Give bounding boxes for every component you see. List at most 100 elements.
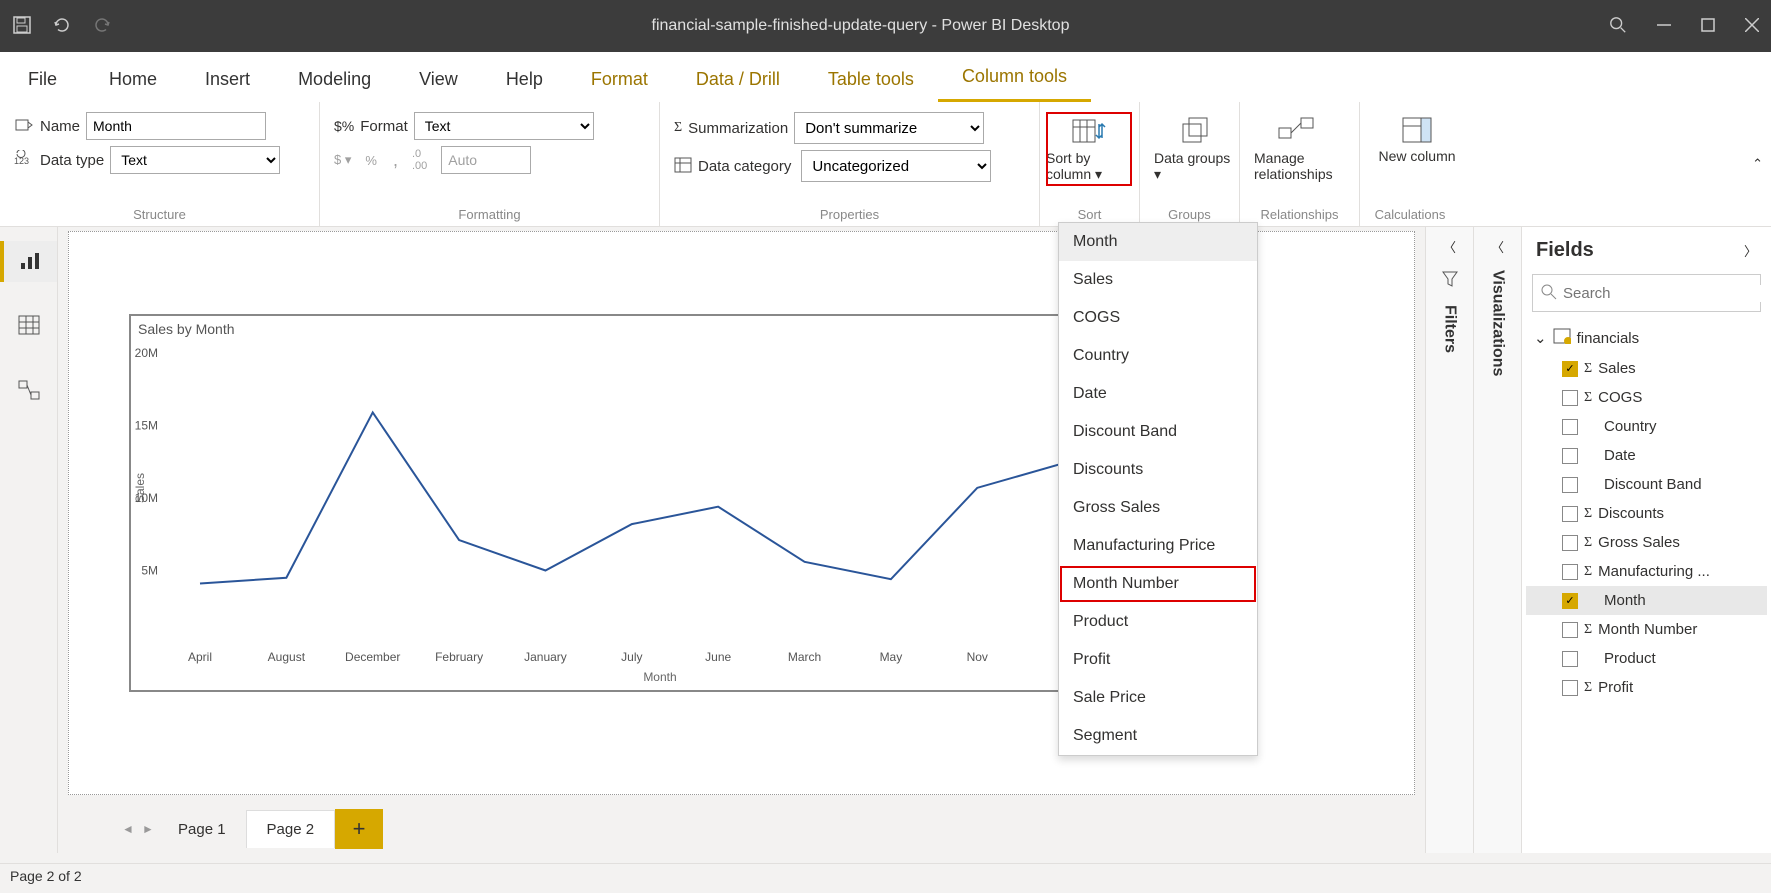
sigma-icon: Σ bbox=[1584, 535, 1592, 551]
field-row[interactable]: ΣGross Sales bbox=[1526, 528, 1767, 557]
svg-text:June: June bbox=[705, 650, 731, 664]
field-checkbox[interactable]: ✓ bbox=[1562, 361, 1578, 377]
field-checkbox[interactable] bbox=[1562, 651, 1578, 667]
field-checkbox[interactable] bbox=[1562, 622, 1578, 638]
tab-format[interactable]: Format bbox=[567, 57, 672, 102]
sort-option[interactable]: COGS bbox=[1059, 299, 1257, 337]
page-next-button[interactable]: ► bbox=[138, 822, 158, 836]
fields-search-input[interactable] bbox=[1563, 285, 1762, 302]
model-view-button[interactable] bbox=[0, 371, 57, 412]
field-row[interactable]: ΣMonth Number bbox=[1526, 615, 1767, 644]
data-view-button[interactable] bbox=[0, 306, 57, 347]
table-node[interactable]: ⌄ financials bbox=[1526, 322, 1767, 354]
field-row[interactable]: ΣManufacturing ... bbox=[1526, 557, 1767, 586]
close-icon[interactable] bbox=[1745, 18, 1759, 35]
field-checkbox[interactable] bbox=[1562, 448, 1578, 464]
field-checkbox[interactable]: ✓ bbox=[1562, 593, 1578, 609]
sort-option[interactable]: Sales bbox=[1059, 261, 1257, 299]
add-page-button[interactable]: + bbox=[335, 809, 383, 849]
maximize-icon[interactable] bbox=[1701, 18, 1715, 35]
comma-button[interactable]: , bbox=[393, 150, 398, 171]
percent-button[interactable]: % bbox=[365, 153, 377, 168]
field-row[interactable]: Product bbox=[1526, 644, 1767, 673]
sort-option[interactable]: Profit bbox=[1059, 641, 1257, 679]
svg-text:Nov: Nov bbox=[967, 650, 988, 664]
visualizations-pane-collapsed[interactable]: 〈 Visualizations bbox=[1473, 227, 1521, 853]
page-tab-2[interactable]: Page 2 bbox=[246, 810, 336, 848]
report-view-button[interactable] bbox=[0, 241, 57, 282]
sort-option[interactable]: Country bbox=[1059, 337, 1257, 375]
field-label: Discount Band bbox=[1604, 476, 1702, 493]
redo-icon[interactable] bbox=[92, 15, 112, 38]
field-row[interactable]: ΣDiscounts bbox=[1526, 499, 1767, 528]
sort-option[interactable]: Segment bbox=[1059, 717, 1257, 755]
field-row[interactable]: ΣCOGS bbox=[1526, 383, 1767, 412]
tab-help[interactable]: Help bbox=[482, 57, 567, 102]
search-icon[interactable] bbox=[1609, 16, 1627, 37]
field-row[interactable]: Date bbox=[1526, 441, 1767, 470]
format-label: Format bbox=[360, 118, 408, 135]
field-row[interactable]: ✓ΣSales bbox=[1526, 354, 1767, 383]
sort-by-column-button[interactable]: Sort by column ▾ bbox=[1046, 112, 1132, 186]
field-checkbox[interactable] bbox=[1562, 564, 1578, 580]
auto-input bbox=[441, 146, 531, 174]
field-checkbox[interactable] bbox=[1562, 535, 1578, 551]
sort-option[interactable]: Gross Sales bbox=[1059, 489, 1257, 527]
sort-option[interactable]: Product bbox=[1059, 603, 1257, 641]
decimals-button[interactable]: .0.00 bbox=[412, 148, 427, 172]
field-checkbox[interactable] bbox=[1562, 680, 1578, 696]
svg-text:July: July bbox=[621, 650, 642, 664]
sort-option[interactable]: Date bbox=[1059, 375, 1257, 413]
tab-insert[interactable]: Insert bbox=[181, 57, 274, 102]
undo-icon[interactable] bbox=[52, 15, 72, 38]
sort-option[interactable]: Month Number bbox=[1059, 565, 1257, 603]
tab-home[interactable]: Home bbox=[85, 57, 181, 102]
sort-option[interactable]: Manufacturing Price bbox=[1059, 527, 1257, 565]
datatype-icon: 123 bbox=[14, 150, 34, 171]
expand-viz-icon[interactable]: 〈 bbox=[1491, 237, 1504, 256]
svg-text:5M: 5M bbox=[141, 564, 158, 578]
collapse-ribbon-icon[interactable]: ⌃ bbox=[1752, 156, 1763, 172]
field-row[interactable]: Discount Band bbox=[1526, 470, 1767, 499]
page-prev-button[interactable]: ◄ bbox=[118, 822, 138, 836]
tab-data-drill[interactable]: Data / Drill bbox=[672, 57, 804, 102]
svg-text:January: January bbox=[524, 650, 567, 664]
summarization-select[interactable]: Don't summarize bbox=[794, 112, 984, 144]
data-groups-button[interactable]: Data groups ▾ bbox=[1154, 112, 1240, 186]
fields-pane-title: Fields bbox=[1536, 239, 1594, 262]
currency-button[interactable]: $ ▾ bbox=[334, 152, 351, 168]
category-select[interactable]: Uncategorized bbox=[801, 150, 991, 182]
tab-view[interactable]: View bbox=[395, 57, 482, 102]
chart-visual[interactable]: ⋯ Sales by Month Sales 5M10M15M20M April… bbox=[129, 314, 1191, 692]
sort-option[interactable]: Discount Band bbox=[1059, 413, 1257, 451]
group-sort: Sort bbox=[1046, 207, 1133, 222]
page-tab-1[interactable]: Page 1 bbox=[158, 811, 246, 848]
field-checkbox[interactable] bbox=[1562, 390, 1578, 406]
sort-option[interactable]: Sale Price bbox=[1059, 679, 1257, 717]
sort-option[interactable]: Month bbox=[1059, 223, 1257, 261]
name-input[interactable] bbox=[86, 112, 266, 140]
field-checkbox[interactable] bbox=[1562, 477, 1578, 493]
field-row[interactable]: Country bbox=[1526, 412, 1767, 441]
expand-filters-icon[interactable]: 〈 bbox=[1443, 237, 1456, 256]
tab-column-tools[interactable]: Column tools bbox=[938, 54, 1091, 102]
tab-file[interactable]: File bbox=[0, 57, 85, 102]
field-row[interactable]: ✓Month bbox=[1526, 586, 1767, 615]
collapse-fields-icon[interactable]: 〉 bbox=[1744, 241, 1757, 260]
tab-modeling[interactable]: Modeling bbox=[274, 57, 395, 102]
sort-option[interactable]: Discounts bbox=[1059, 451, 1257, 489]
fields-search[interactable] bbox=[1532, 274, 1761, 312]
svg-text:10M: 10M bbox=[135, 491, 158, 505]
format-select[interactable]: Text bbox=[414, 112, 594, 140]
field-checkbox[interactable] bbox=[1562, 419, 1578, 435]
field-label: Profit bbox=[1598, 679, 1633, 696]
manage-relationships-button[interactable]: Manage relationships bbox=[1254, 112, 1340, 186]
filters-pane-collapsed[interactable]: 〈 Filters bbox=[1425, 227, 1473, 853]
field-row[interactable]: ΣProfit bbox=[1526, 673, 1767, 702]
new-column-button[interactable]: New column bbox=[1374, 112, 1460, 168]
datatype-select[interactable]: Text bbox=[110, 146, 280, 174]
field-checkbox[interactable] bbox=[1562, 506, 1578, 522]
tab-table-tools[interactable]: Table tools bbox=[804, 57, 938, 102]
save-icon[interactable] bbox=[12, 15, 32, 38]
minimize-icon[interactable] bbox=[1657, 18, 1671, 35]
